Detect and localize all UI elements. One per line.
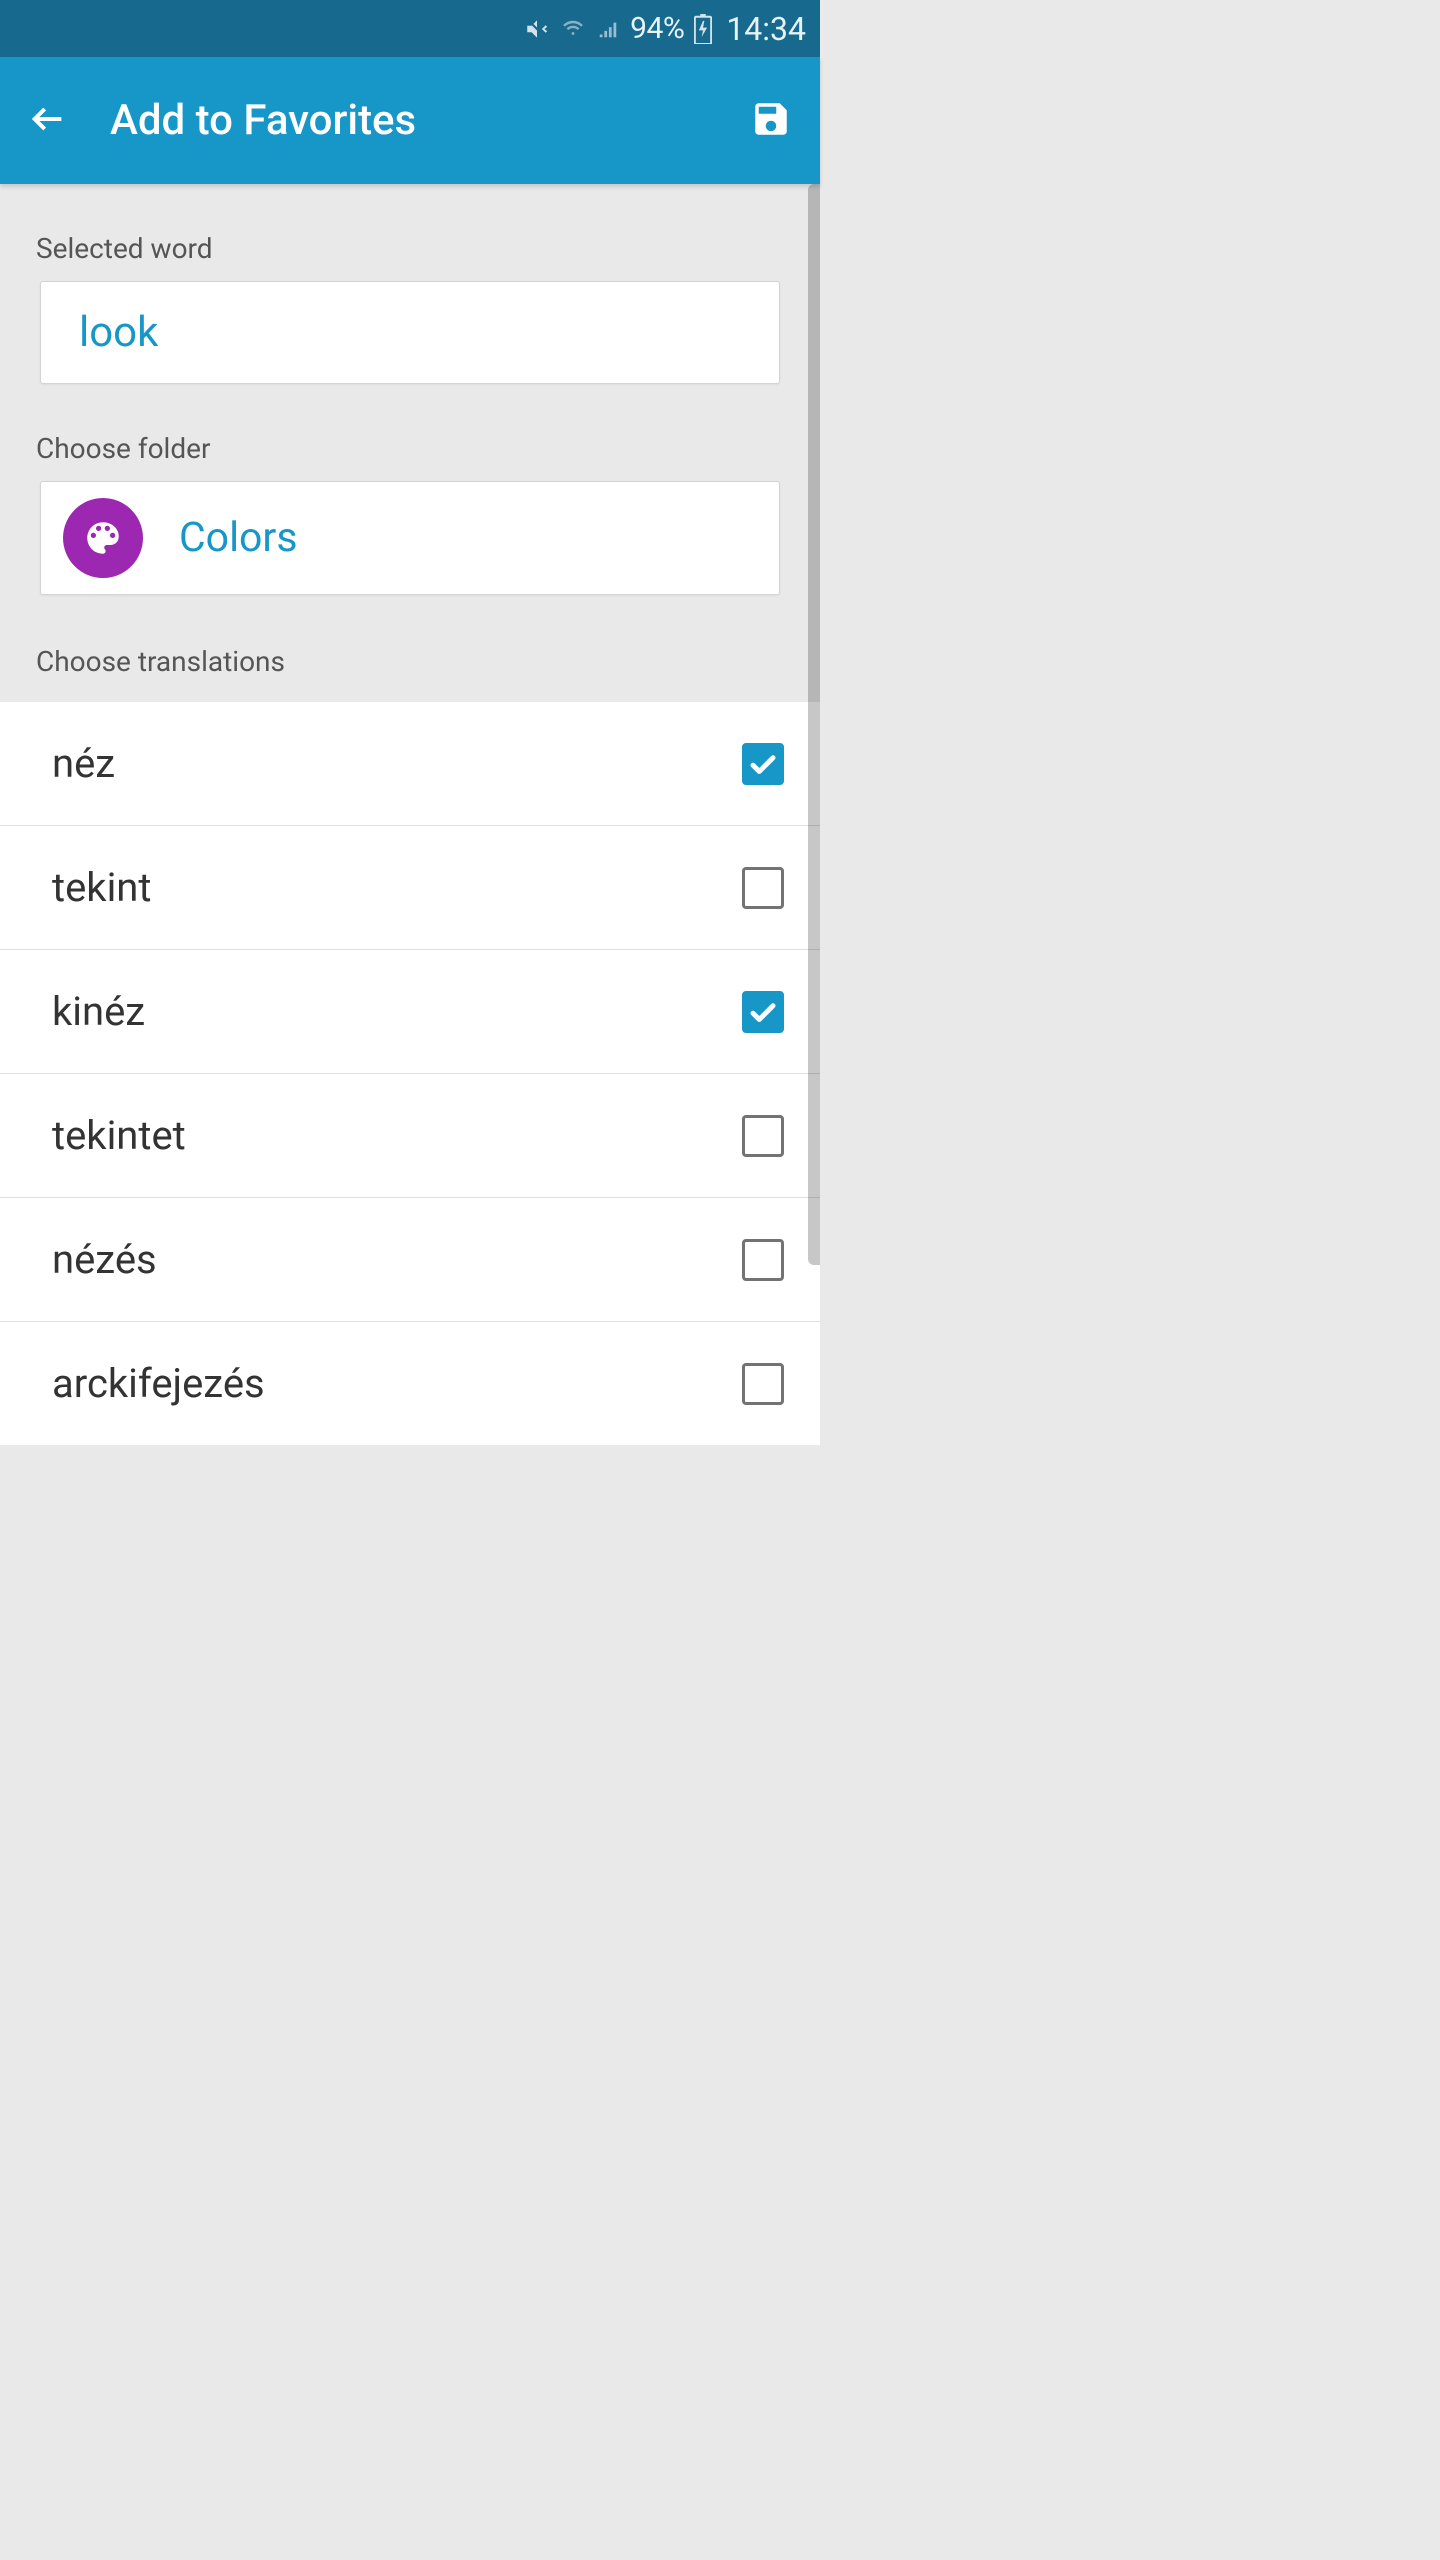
mute-icon — [524, 16, 550, 42]
selected-word-value: look — [79, 308, 158, 357]
clock-time: 14:34 — [726, 10, 806, 48]
translation-checkbox[interactable] — [742, 991, 784, 1033]
translation-row[interactable]: arckifejezés — [0, 1321, 820, 1445]
status-bar: 94% 14:34 — [0, 0, 820, 57]
translation-label: néz — [52, 740, 115, 787]
translation-label: arckifejezés — [52, 1360, 265, 1407]
translation-checkbox[interactable] — [742, 1115, 784, 1157]
translation-checkbox[interactable] — [742, 867, 784, 909]
translation-checkbox[interactable] — [742, 1363, 784, 1405]
folder-selector[interactable]: Colors — [40, 481, 780, 595]
choose-folder-label: Choose folder — [0, 384, 820, 481]
app-bar: Add to Favorites — [0, 57, 820, 184]
choose-translations-label: Choose translations — [0, 595, 820, 702]
palette-icon — [63, 498, 143, 578]
battery-charging-icon — [694, 14, 712, 44]
translation-checkbox[interactable] — [742, 1239, 784, 1281]
translation-row[interactable]: kinéz — [0, 949, 820, 1073]
translation-row[interactable]: tekint — [0, 825, 820, 949]
translation-label: tekint — [52, 864, 151, 911]
wifi-icon — [560, 18, 586, 40]
translation-row[interactable]: tekintet — [0, 1073, 820, 1197]
save-button[interactable] — [750, 98, 792, 144]
signal-icon — [596, 18, 620, 40]
scrollbar-thumb[interactable] — [808, 184, 820, 1265]
folder-name: Colors — [179, 514, 297, 562]
battery-percent: 94% — [630, 11, 684, 46]
translation-label: kinéz — [52, 988, 145, 1035]
translation-checkbox[interactable] — [742, 743, 784, 785]
translations-list: néz tekint kinéz tekintet nézés arckifejezés — [0, 702, 820, 1445]
translation-label: nézés — [52, 1236, 157, 1283]
page-title: Add to Favorites — [110, 96, 750, 145]
translation-row[interactable]: néz — [0, 702, 820, 825]
translation-label: tekintet — [52, 1112, 186, 1159]
back-button[interactable] — [28, 99, 68, 143]
content-area: Selected word look Choose folder Colors … — [0, 184, 820, 1445]
selected-word-card[interactable]: look — [40, 281, 780, 384]
translation-row[interactable]: nézés — [0, 1197, 820, 1321]
selected-word-label: Selected word — [0, 184, 820, 281]
